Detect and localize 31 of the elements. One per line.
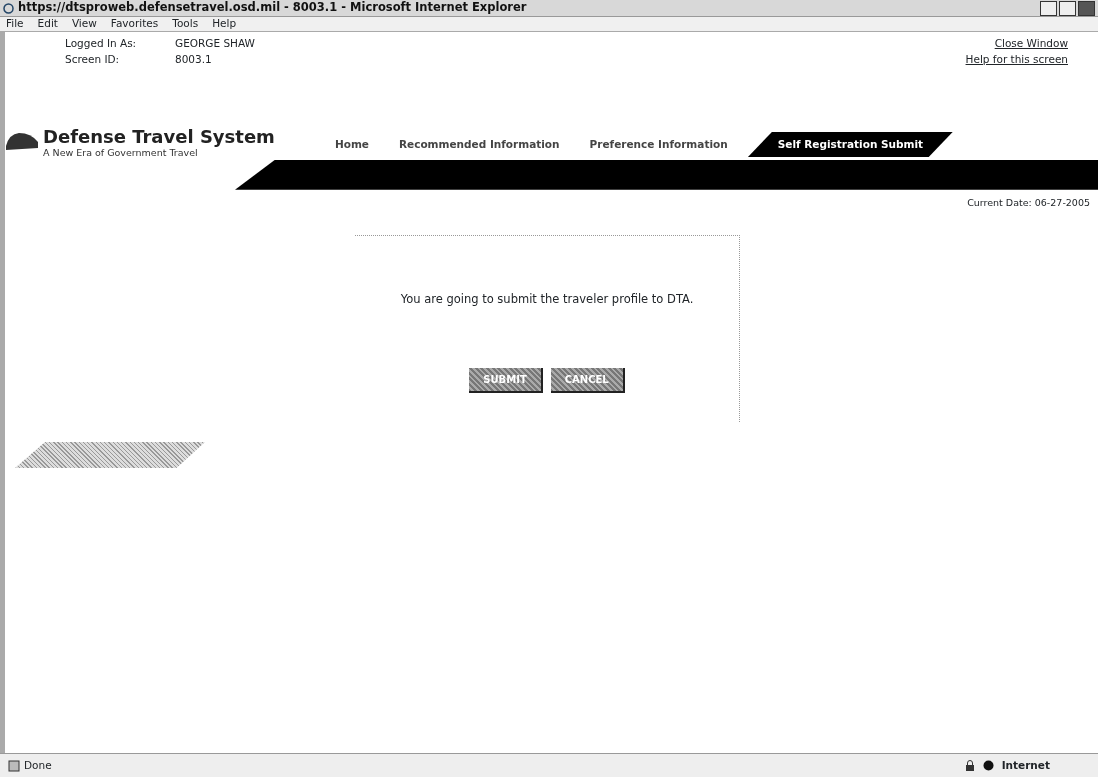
maximize-button[interactable]	[1059, 0, 1076, 16]
confirmation-message: You are going to submit the traveler profile to DTA.	[400, 291, 694, 308]
nav-tab[interactable]: Recommended Information	[388, 131, 570, 158]
security-zone: Internet	[1001, 757, 1050, 773]
menu-item[interactable]: Help	[212, 16, 237, 32]
field-label: Screen ID:	[65, 51, 121, 67]
field-label: Logged In As:	[65, 36, 138, 51]
header-link[interactable]: Close Window	[994, 37, 1068, 49]
logo-tagline: A New Era of Government Travel	[43, 145, 199, 160]
nav-tab[interactable]: Self Registration Submit	[747, 131, 954, 158]
nav-tab[interactable]: Home	[324, 131, 379, 158]
field-value: GEORGE SHAW	[175, 37, 255, 49]
lock-icon	[964, 759, 975, 772]
window-title: https://dtsproweb.defensetravel.osd.mil - 8003.1 - Microsoft Internet Explorer	[18, 0, 527, 17]
globe-icon	[982, 760, 994, 771]
submit-button[interactable]: SUBMIT	[469, 368, 543, 394]
header-link[interactable]: Help for this screen	[965, 52, 1068, 65]
browser-icon	[3, 2, 14, 14]
logo-title: Defense Travel System	[43, 127, 275, 146]
page-icon	[8, 759, 20, 772]
field-value: 8003.1	[175, 52, 212, 65]
menu-item[interactable]: Favorites	[110, 16, 159, 32]
menu-item[interactable]: Edit	[37, 16, 58, 32]
minimize-button[interactable]	[1040, 0, 1057, 16]
menu-item[interactable]: File	[6, 16, 24, 32]
current-date: Current Date: 06-27-2005	[967, 196, 1090, 208]
menu-item[interactable]: View	[71, 16, 97, 32]
close-button[interactable]	[1078, 0, 1095, 16]
nav-tab[interactable]: Preference Information	[579, 131, 738, 158]
status-text: Done	[24, 757, 52, 773]
menu-item[interactable]: Tools	[172, 16, 199, 32]
